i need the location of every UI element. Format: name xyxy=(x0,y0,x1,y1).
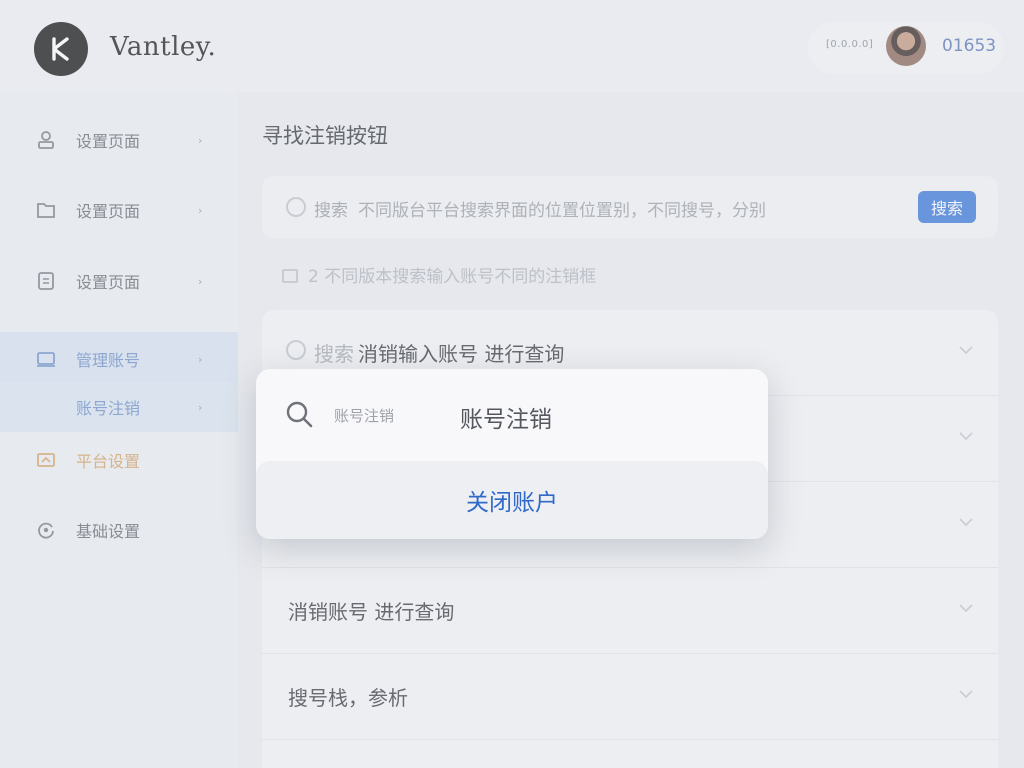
popup-search-input[interactable]: 账号注销 xyxy=(460,400,552,434)
search-popup: 账号注销 账号注销 关闭账户 xyxy=(256,369,768,539)
popup-search-hint: 账号注销 xyxy=(334,407,395,425)
search-icon xyxy=(286,401,313,428)
close-account-button[interactable]: 关闭账户 xyxy=(256,461,768,539)
